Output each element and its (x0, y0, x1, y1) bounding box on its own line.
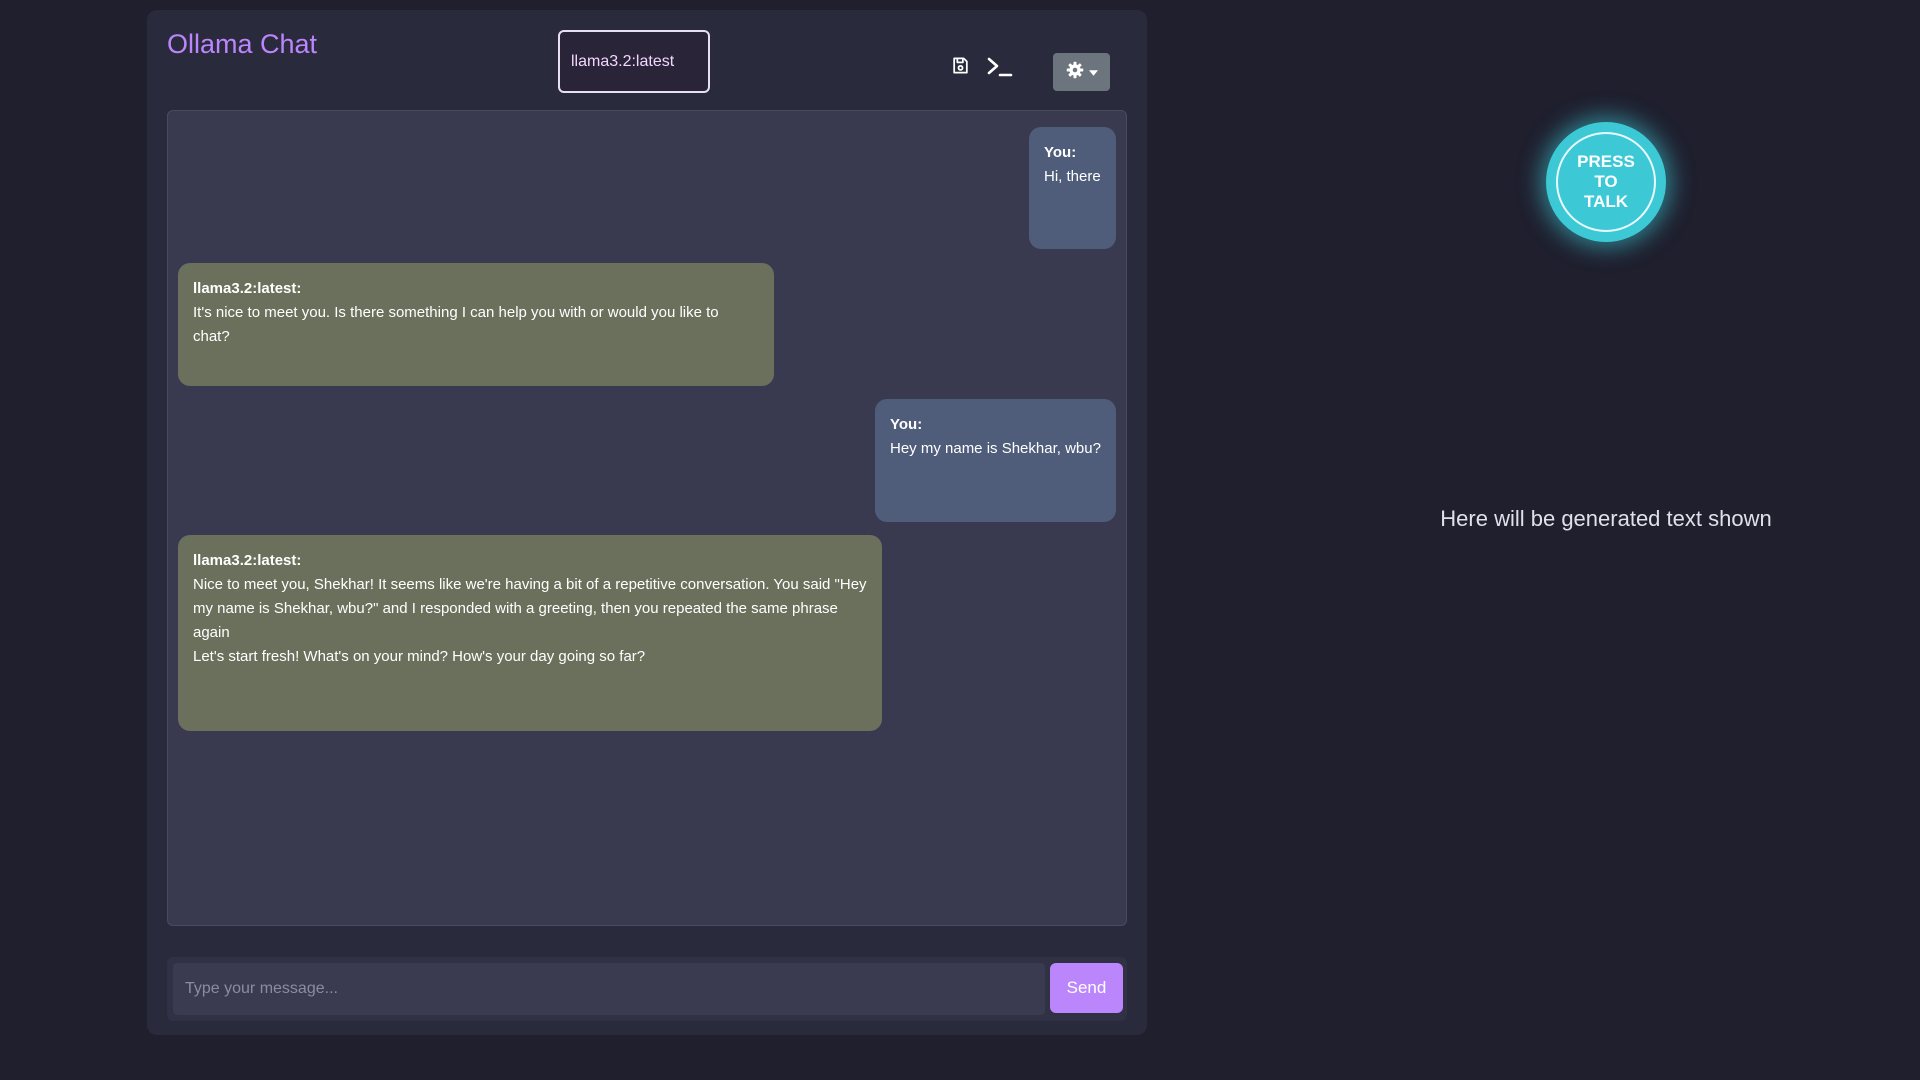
user-message: You: Hey my name is Shekhar, wbu? (875, 399, 1116, 522)
assistant-message: llama3.2:latest: It's nice to meet you. … (178, 263, 774, 386)
generated-text: Here will be generated text shown (1440, 506, 1772, 531)
model-select[interactable]: llama3.2:latest (558, 30, 710, 93)
caret-down-icon (1088, 63, 1098, 81)
message-text: It's nice to meet you. Is there somethin… (193, 304, 723, 345)
talk-button-ring: PRESS TO TALK (1556, 132, 1656, 232)
message-sender: You: (890, 416, 923, 433)
gear-icon (1066, 61, 1084, 84)
message-text: Nice to meet you, Shekhar! It seems like… (193, 576, 867, 665)
send-button[interactable]: Send (1050, 963, 1123, 1013)
press-to-talk-button[interactable]: PRESS TO TALK (1546, 122, 1666, 242)
message-list[interactable]: You: Hi, there llama3.2:latest: It's nic… (167, 110, 1127, 926)
assistant-message: llama3.2:latest: Nice to meet you, Shekh… (178, 535, 882, 731)
chat-panel: Ollama Chat llama3.2:latest You: Hi, the… (147, 10, 1147, 1035)
message-sender: You: (1044, 144, 1077, 161)
terminal-icon[interactable] (987, 56, 1013, 78)
message-sender: llama3.2:latest: (193, 552, 302, 569)
app-title: Ollama Chat (167, 29, 318, 59)
talk-label: PRESS TO TALK (1577, 152, 1635, 211)
message-text: Hi, there (1044, 168, 1101, 185)
user-message: You: Hi, there (1029, 127, 1116, 249)
message-sender: llama3.2:latest: (193, 280, 302, 297)
composer: Send (167, 957, 1127, 1021)
message-input[interactable] (173, 963, 1045, 1015)
settings-dropdown-button[interactable] (1053, 53, 1110, 91)
message-text: Hey my name is Shekhar, wbu? (890, 440, 1101, 457)
save-icon[interactable] (951, 56, 970, 75)
